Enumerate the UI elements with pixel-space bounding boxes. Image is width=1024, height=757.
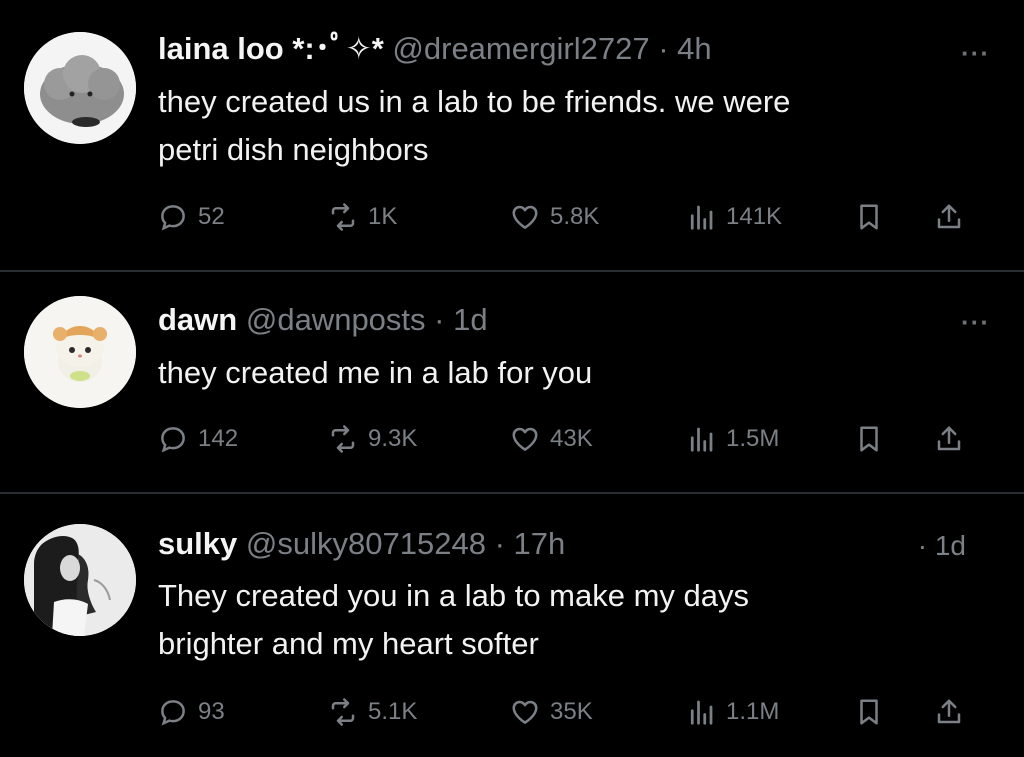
reply-button[interactable]: 142: [158, 419, 238, 459]
heart-icon: [512, 700, 538, 724]
bookmark-button[interactable]: [854, 692, 884, 732]
display-name[interactable]: sulky: [158, 526, 237, 561]
post[interactable]: sulky @sulky80715248 · 17h · 1d They cre…: [0, 493, 1024, 757]
display-name[interactable]: dawn: [158, 302, 237, 337]
avatar[interactable]: [24, 32, 136, 144]
view-count: 1.5M: [726, 425, 780, 452]
heart-icon: [512, 427, 538, 451]
repost-count: 5.1K: [368, 698, 418, 725]
timestamp[interactable]: · 4h: [658, 31, 711, 66]
bookmark-icon: [860, 204, 878, 230]
like-button[interactable]: 35K: [510, 692, 593, 732]
views-button[interactable]: 141K: [686, 197, 782, 237]
like-button[interactable]: 5.8K: [510, 197, 599, 237]
analytics-icon: [690, 427, 713, 452]
reply-count: 52: [198, 203, 225, 230]
timestamp[interactable]: · 17h: [495, 526, 566, 561]
handle[interactable]: @dawnposts: [246, 302, 426, 337]
reply-count: 93: [198, 698, 225, 725]
like-count: 43K: [550, 425, 593, 452]
action-bar: 93 5.1K 35K 1.1M: [158, 692, 988, 732]
action-bar: 52 1K 5.8K 141K: [158, 197, 988, 237]
repost-icon: [331, 203, 355, 231]
bookmark-button[interactable]: [854, 419, 884, 459]
post-header: dawn @dawnposts · 1d: [158, 301, 488, 339]
post-text: they created us in a lab to be friends. …: [158, 78, 978, 174]
post[interactable]: dawn @dawnposts · 1d ··· they created me…: [0, 271, 1024, 493]
reply-icon: [161, 427, 185, 453]
more-dots-icon[interactable]: ···: [961, 38, 990, 69]
share-icon: [937, 426, 961, 451]
analytics-icon: [690, 205, 713, 230]
share-icon: [937, 699, 961, 724]
repost-count: 1K: [368, 203, 398, 230]
share-button[interactable]: [934, 197, 964, 237]
post-header: laina loo *:･ﾟ✧* @dreamergirl2727 · 4h: [158, 30, 712, 68]
tweet-feed: laina loo *:･ﾟ✧* @dreamergirl2727 · 4h ·…: [0, 0, 1024, 757]
post-text-line: They created you in a lab to make my day…: [158, 578, 750, 613]
repost-icon: [331, 425, 355, 453]
analytics-icon: [690, 700, 713, 725]
reply-icon: [161, 205, 185, 231]
avatar[interactable]: [24, 296, 136, 408]
like-button[interactable]: 43K: [510, 419, 593, 459]
share-button[interactable]: [934, 419, 964, 459]
side-timestamp: · 1d: [917, 530, 966, 561]
avatar[interactable]: [24, 524, 136, 636]
portrait-avatar: [24, 524, 136, 636]
views-button[interactable]: 1.5M: [686, 419, 779, 459]
like-count: 35K: [550, 698, 593, 725]
views-button[interactable]: 1.1M: [686, 692, 779, 732]
post-header: sulky @sulky80715248 · 17h: [158, 525, 565, 563]
action-bar: 142 9.3K 43K 1.5M: [158, 419, 988, 459]
post-text: they created me in a lab for you: [158, 349, 978, 397]
handle[interactable]: @dreamergirl2727: [392, 31, 649, 66]
post[interactable]: laina loo *:･ﾟ✧* @dreamergirl2727 · 4h ·…: [0, 0, 1024, 271]
post-text-line: petri dish neighbors: [158, 132, 429, 167]
share-button[interactable]: [934, 692, 964, 732]
like-count: 5.8K: [550, 203, 600, 230]
hamster-avatar: [24, 296, 136, 408]
handle[interactable]: @sulky80715248: [246, 526, 486, 561]
repost-icon: [331, 698, 355, 726]
reply-button[interactable]: 93: [158, 692, 225, 732]
view-count: 141K: [726, 203, 783, 230]
display-name[interactable]: laina loo *:･ﾟ✧*: [158, 31, 384, 66]
bookmark-icon: [860, 426, 878, 452]
more-dots-icon[interactable]: ···: [961, 307, 990, 338]
bookmark-button[interactable]: [854, 197, 884, 237]
post-text-line: they created me in a lab for you: [158, 355, 593, 390]
heart-icon: [512, 205, 538, 229]
repost-button[interactable]: 1K: [328, 197, 397, 237]
reply-count: 142: [198, 425, 239, 452]
post-text: They created you in a lab to make my day…: [158, 572, 978, 668]
reply-icon: [161, 700, 185, 726]
post-text-line: they created us in a lab to be friends. …: [158, 84, 791, 119]
view-count: 1.1M: [726, 698, 780, 725]
post-text-line: brighter and my heart softer: [158, 626, 539, 661]
timestamp[interactable]: · 1d: [434, 302, 487, 337]
repost-button[interactable]: 9.3K: [328, 419, 417, 459]
repost-count: 9.3K: [368, 425, 418, 452]
grey-plush-avatar: [24, 32, 136, 144]
reply-button[interactable]: 52: [158, 197, 225, 237]
share-icon: [937, 204, 961, 229]
repost-button[interactable]: 5.1K: [328, 692, 417, 732]
bookmark-icon: [860, 699, 878, 725]
